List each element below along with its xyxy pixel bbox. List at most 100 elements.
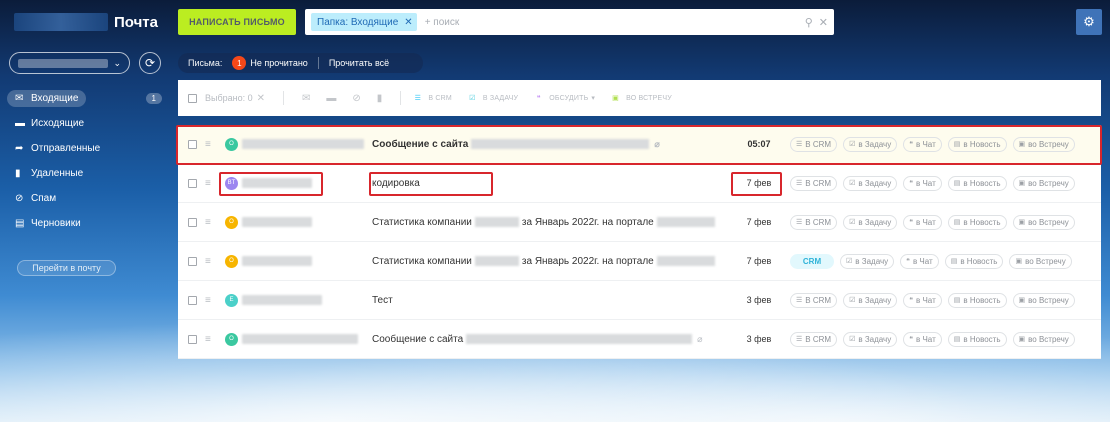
go-to-mail-button[interactable]: Перейти в почту <box>17 260 116 276</box>
row-news-button[interactable]: ▤ в Новость <box>947 175 1007 191</box>
read-all-button[interactable]: Прочитать всё <box>329 58 389 68</box>
message-row[interactable]: ≡ BT кодировка 7 фев ☰ В CRM ☑ в Задачу ❝ в… <box>178 164 1101 203</box>
message-subject[interactable]: Тест <box>372 295 393 306</box>
message-subject[interactable]: Статистика компании за Январь 2022г. на … <box>372 217 718 228</box>
filter-label: Письма: <box>188 58 223 68</box>
avatar: O <box>225 137 238 151</box>
message-row[interactable]: ≡ E Тест 3 фев ☰ В CRM ☑ в Задачу ❝ в Чат ▤… <box>178 281 1101 320</box>
row-news-button[interactable]: ▤ в Новость <box>947 292 1007 308</box>
row-crm-button[interactable]: ☰ В CRM <box>790 136 838 152</box>
clear-selection-icon[interactable]: ✕ <box>257 93 265 104</box>
spam-icon[interactable]: ⊘ <box>352 93 360 104</box>
row-checkbox[interactable] <box>188 178 197 188</box>
row-meeting-button[interactable]: ▣ во Встречу <box>1012 214 1075 230</box>
compose-button[interactable]: НАПИСАТЬ ПИСЬМО <box>178 9 296 35</box>
trash-icon[interactable]: ▮ <box>377 93 383 104</box>
message-subject[interactable]: Статистика компании за Январь 2022г. на … <box>372 256 718 267</box>
toolbar-meeting-button[interactable]: ▣ ВО ВСТРЕЧУ <box>609 92 672 105</box>
row-news-button[interactable]: ▤ в Новость <box>944 253 1004 269</box>
move-folder-icon[interactable]: ▬ <box>326 93 336 104</box>
row-meeting-button[interactable]: ▣ во Встречу <box>1012 175 1075 191</box>
row-task-button[interactable]: ☑ в Задачу <box>843 214 898 230</box>
row-actions: ☰ В CRM ☑ в Задачу ❝ в Чат ▤ в Новость ▣ во В… <box>790 175 1081 191</box>
message-row[interactable]: ≡ O Статистика компании за Январь 2022г.… <box>178 203 1101 242</box>
row-meeting-button[interactable]: ▣ во Встречу <box>1012 331 1075 347</box>
row-meeting-button[interactable]: ▣ во Встречу <box>1012 136 1075 152</box>
drag-handle-icon[interactable]: ≡ <box>205 178 215 189</box>
message-subject[interactable]: кодировка <box>372 178 420 189</box>
row-news-button[interactable]: ▤ в Новость <box>947 331 1007 347</box>
row-chat-button[interactable]: ❝ в Чат <box>903 292 942 308</box>
drag-handle-icon[interactable]: ≡ <box>205 295 215 306</box>
sender-blurred <box>242 295 322 305</box>
row-task-button[interactable]: ☑ в Задачу <box>843 136 898 152</box>
action-label: в Чат <box>912 256 933 266</box>
mailbox-select[interactable]: ⌄ <box>9 52 130 74</box>
message-subject[interactable]: Сообщение с сайта ⌀ <box>372 139 660 150</box>
row-news-button[interactable]: ▤ в Новость <box>947 136 1007 152</box>
message-subject[interactable]: Сообщение с сайта ⌀ <box>372 334 703 345</box>
toolbar-discuss-button[interactable]: ❝ ОБСУДИТЬ ▾ <box>532 92 595 105</box>
mark-read-icon[interactable]: ✉ <box>302 93 310 104</box>
sidebar-item-drafts[interactable]: ▤ Черновики <box>9 211 162 236</box>
row-checkbox[interactable] <box>188 217 197 227</box>
toolbar-task-button[interactable]: ☑ В ЗАДАЧУ <box>466 92 518 105</box>
row-crm-button[interactable]: ☰ В CRM <box>790 292 838 308</box>
sender-blurred <box>242 217 312 227</box>
row-task-button[interactable]: ☑ в Задачу <box>843 175 898 191</box>
drag-handle-icon[interactable]: ≡ <box>205 256 215 267</box>
row-checkbox[interactable] <box>188 139 197 149</box>
row-checkbox[interactable] <box>188 334 197 344</box>
refresh-button[interactable]: ⟳ <box>139 52 161 74</box>
row-checkbox[interactable] <box>188 256 197 266</box>
action-label: в Новость <box>963 178 1001 188</box>
drag-handle-icon[interactable]: ≡ <box>205 139 215 150</box>
toolbar-crm-button[interactable]: ☰ В CRM <box>411 92 452 105</box>
meeting-icon: ▣ <box>1018 336 1026 343</box>
sidebar-item-sent[interactable]: ➦ Отправленные <box>9 136 162 161</box>
message-row[interactable]: ≡ O Сообщение с сайта ⌀ 3 фев ☰ В CRM ☑ в … <box>178 320 1101 359</box>
settings-button[interactable]: ⚙ <box>1076 9 1102 35</box>
subject-text: Тест <box>372 294 393 306</box>
row-crm-button[interactable]: ☰ В CRM <box>790 331 838 347</box>
row-task-button[interactable]: ☑ в Задачу <box>843 292 898 308</box>
row-news-button[interactable]: ▤ в Новость <box>947 214 1007 230</box>
subject-blurred <box>471 139 650 149</box>
row-chat-button[interactable]: ❝ в Чат <box>903 136 942 152</box>
row-task-button[interactable]: ☑ в Задачу <box>840 253 895 269</box>
select-all-checkbox[interactable] <box>188 93 197 103</box>
logo[interactable]: Почта <box>14 11 158 33</box>
row-crm-added-badge[interactable]: CRM <box>790 253 834 269</box>
message-row[interactable]: ≡ O Сообщение с сайта ⌀ 05:07 ☰ В CRM ☑ в … <box>178 125 1101 164</box>
remove-filter-icon[interactable]: ✕ <box>404 17 412 28</box>
row-meeting-button[interactable]: ▣ во Встречу <box>1012 292 1075 308</box>
search-icon[interactable]: ⚲ <box>805 16 813 29</box>
sidebar-item-trash[interactable]: ▮ Удаленные <box>9 161 162 186</box>
search-input[interactable]: + поиск <box>425 17 799 28</box>
sidebar-item-spam[interactable]: ⊘ Спам <box>9 186 162 211</box>
chat-icon: ❝ <box>906 258 910 265</box>
clear-search-icon[interactable]: ✕ <box>819 16 828 29</box>
avatar: O <box>225 215 238 229</box>
search-box[interactable]: Папка: Входящие ✕ + поиск ⚲ ✕ <box>305 9 834 35</box>
row-checkbox[interactable] <box>188 295 197 305</box>
unread-filter-button[interactable]: Не прочитано <box>250 58 307 68</box>
row-chat-button[interactable]: ❝ в Чат <box>903 214 942 230</box>
row-chat-button[interactable]: ❝ в Чат <box>903 175 942 191</box>
row-crm-button[interactable]: ☰ В CRM <box>790 175 838 191</box>
row-meeting-button[interactable]: ▣ во Встречу <box>1009 253 1072 269</box>
toolbar-action-label: В ЗАДАЧУ <box>482 94 519 102</box>
crm-icon: ☰ <box>796 219 803 226</box>
message-row[interactable]: ≡ O Статистика компании за Январь 2022г.… <box>178 242 1101 281</box>
drag-handle-icon[interactable]: ≡ <box>205 334 215 345</box>
crm-icon: ☰ <box>796 141 803 148</box>
row-chat-button[interactable]: ❝ в Чат <box>900 253 939 269</box>
message-date: 3 фев <box>746 295 772 305</box>
row-crm-button[interactable]: ☰ В CRM <box>790 214 838 230</box>
row-chat-button[interactable]: ❝ в Чат <box>903 331 942 347</box>
drag-handle-icon[interactable]: ≡ <box>205 217 215 228</box>
subject-text: Сообщение с сайта <box>372 138 469 150</box>
row-task-button[interactable]: ☑ в Задачу <box>843 331 898 347</box>
sidebar-item-outbox[interactable]: ▬ Исходящие <box>9 111 162 136</box>
sidebar-item-inbox[interactable]: ✉ Входящие 1 <box>7 86 162 111</box>
